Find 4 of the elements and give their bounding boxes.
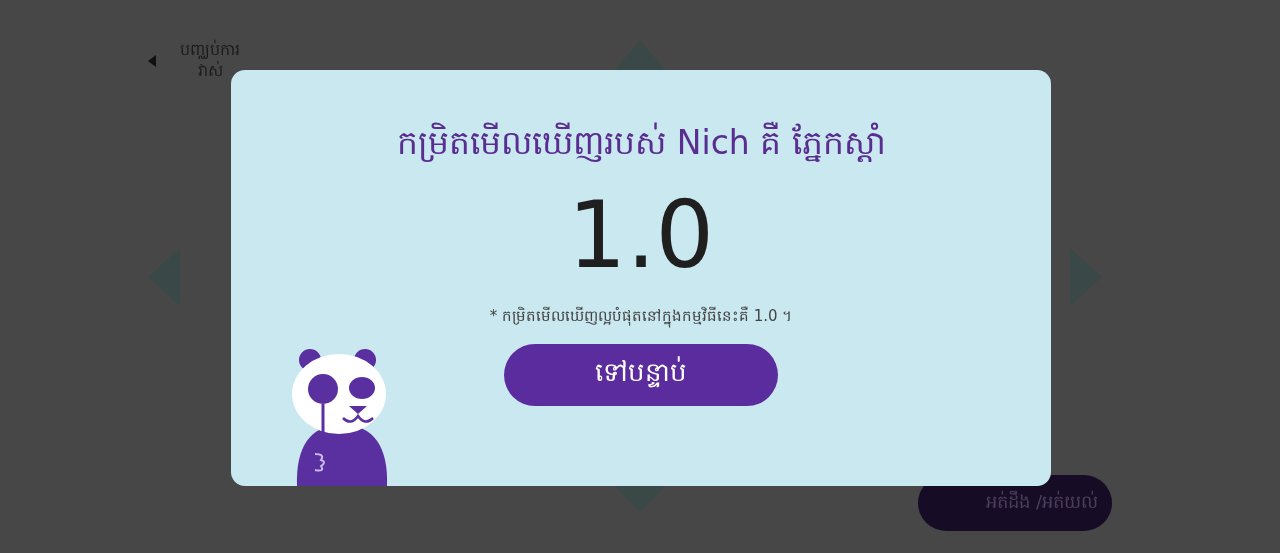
next-button[interactable]: ទៅបន្ទាប់ [504, 344, 778, 407]
footnote: * កម្រិតមើលឃើញល្អបំផុតនៅក្នុងកម្មវិធីនេះគឺ 1.0 ។ [489, 306, 793, 329]
acuity-score: 1.0 [567, 190, 715, 283]
dialog-title: កម្រិតមើលឃើញរបស់ Nich គឺ ភ្នែកស្តាំ [397, 120, 885, 164]
